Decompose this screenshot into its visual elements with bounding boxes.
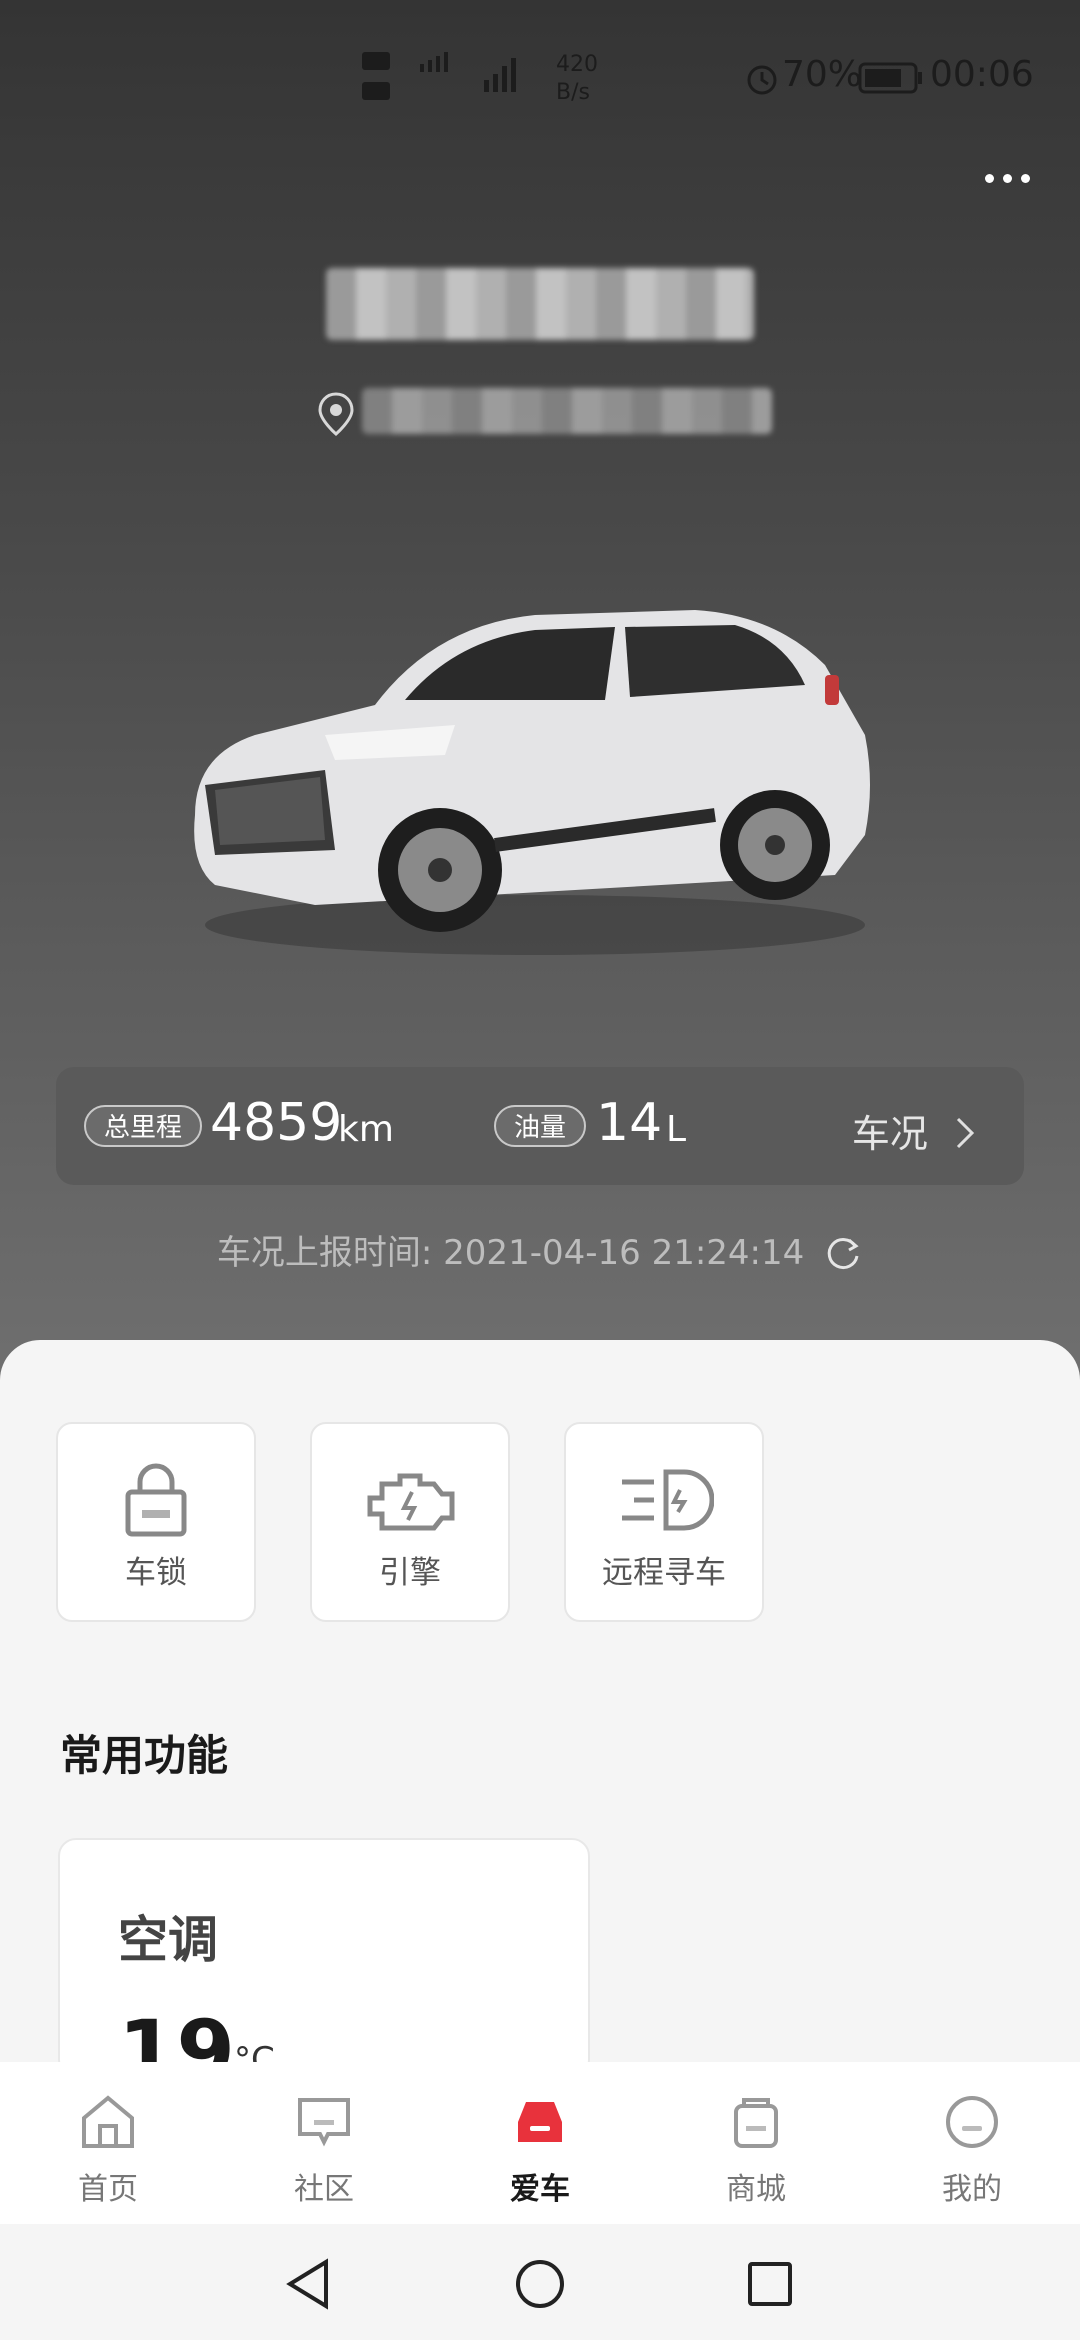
more-dot [1003, 174, 1012, 183]
tab-home-label: 首页 [78, 2172, 138, 2207]
vehicle-status-label: 车况 [851, 1112, 928, 1156]
fuel-value: 14 [596, 1093, 663, 1153]
vehicle-name-redacted [326, 268, 754, 340]
vehicle-status-link[interactable]: 车况 [852, 1103, 978, 1158]
engine-icon [367, 1473, 455, 1531]
shop-icon [734, 2098, 778, 2148]
battery-icon [858, 62, 922, 94]
mileage-unit: km [338, 1109, 394, 1150]
lock-button[interactable]: 车锁 [56, 1422, 256, 1622]
mileage-label: 总里程 [84, 1105, 203, 1147]
tab-profile[interactable]: 我的 [864, 2062, 1080, 2224]
fuel-unit: L [666, 1109, 687, 1150]
tab-car-label: 爱车 [510, 2172, 570, 2207]
tab-home[interactable]: 首页 [0, 2062, 216, 2224]
status-bar: 420 B/s 70% 00:06 [0, 50, 1080, 106]
location-icon [318, 392, 354, 436]
refresh-icon[interactable] [823, 1232, 863, 1272]
network-speed: 420 [556, 52, 598, 77]
bottom-tab-bar: 首页 社区 爱车 商城 我的 [0, 2062, 1080, 2224]
engine-button[interactable]: 引擎 [310, 1422, 510, 1622]
lock-icon [125, 1463, 187, 1537]
profile-icon [946, 2096, 998, 2148]
alarm-icon [747, 65, 777, 95]
system-nav-bar [0, 2224, 1080, 2340]
vehicle-hero: 420 B/s 70% 00:06 总里程 4859 km 油量 14 L 车况… [0, 0, 1080, 1400]
tab-car[interactable]: 爱车 [432, 2062, 648, 2224]
mileage-value: 4859 [210, 1093, 343, 1153]
tab-community[interactable]: 社区 [216, 2062, 432, 2224]
ac-title: 空调 [118, 1911, 218, 1969]
car-image [194, 610, 870, 955]
tab-shop[interactable]: 商城 [648, 2062, 864, 2224]
clock: 00:06 [930, 54, 1034, 95]
common-functions-title: 常用功能 [60, 1731, 229, 1780]
tab-shop-label: 商城 [726, 2172, 786, 2207]
dealer-address-redacted [362, 388, 772, 434]
home-icon [82, 2095, 134, 2148]
recents-icon[interactable] [746, 2260, 794, 2308]
find-car-button[interactable]: 远程寻车 [564, 1422, 764, 1622]
community-icon [298, 2098, 350, 2147]
more-dot [1021, 174, 1030, 183]
report-time: 车况上报时间: 2021-04-16 21:24:14 [216, 1233, 805, 1273]
home-nav-icon[interactable] [514, 2258, 566, 2310]
more-menu-button[interactable] [976, 168, 1030, 187]
headlight-icon [622, 1469, 714, 1531]
back-icon[interactable] [284, 2258, 334, 2310]
network-unit: B/s [556, 80, 590, 105]
tab-profile-label: 我的 [942, 2172, 1002, 2207]
vehicle-stats-card: 总里程 4859 km 油量 14 L 车况 [56, 1067, 1024, 1185]
engine-label: 引擎 [379, 1555, 441, 1591]
lock-label: 车锁 [125, 1555, 187, 1591]
report-time-row: 车况上报时间: 2021-04-16 21:24:14 [0, 1225, 1080, 1274]
fuel-label: 油量 [494, 1105, 587, 1147]
tab-community-label: 社区 [294, 2172, 354, 2207]
chevron-right-icon [956, 1117, 975, 1149]
air-conditioner-card[interactable]: 空调 19 °C [58, 1838, 590, 2078]
battery-percent: 70% [782, 54, 863, 95]
car-icon [518, 2102, 562, 2142]
find-car-label: 远程寻车 [602, 1555, 726, 1591]
more-dot [985, 174, 994, 183]
